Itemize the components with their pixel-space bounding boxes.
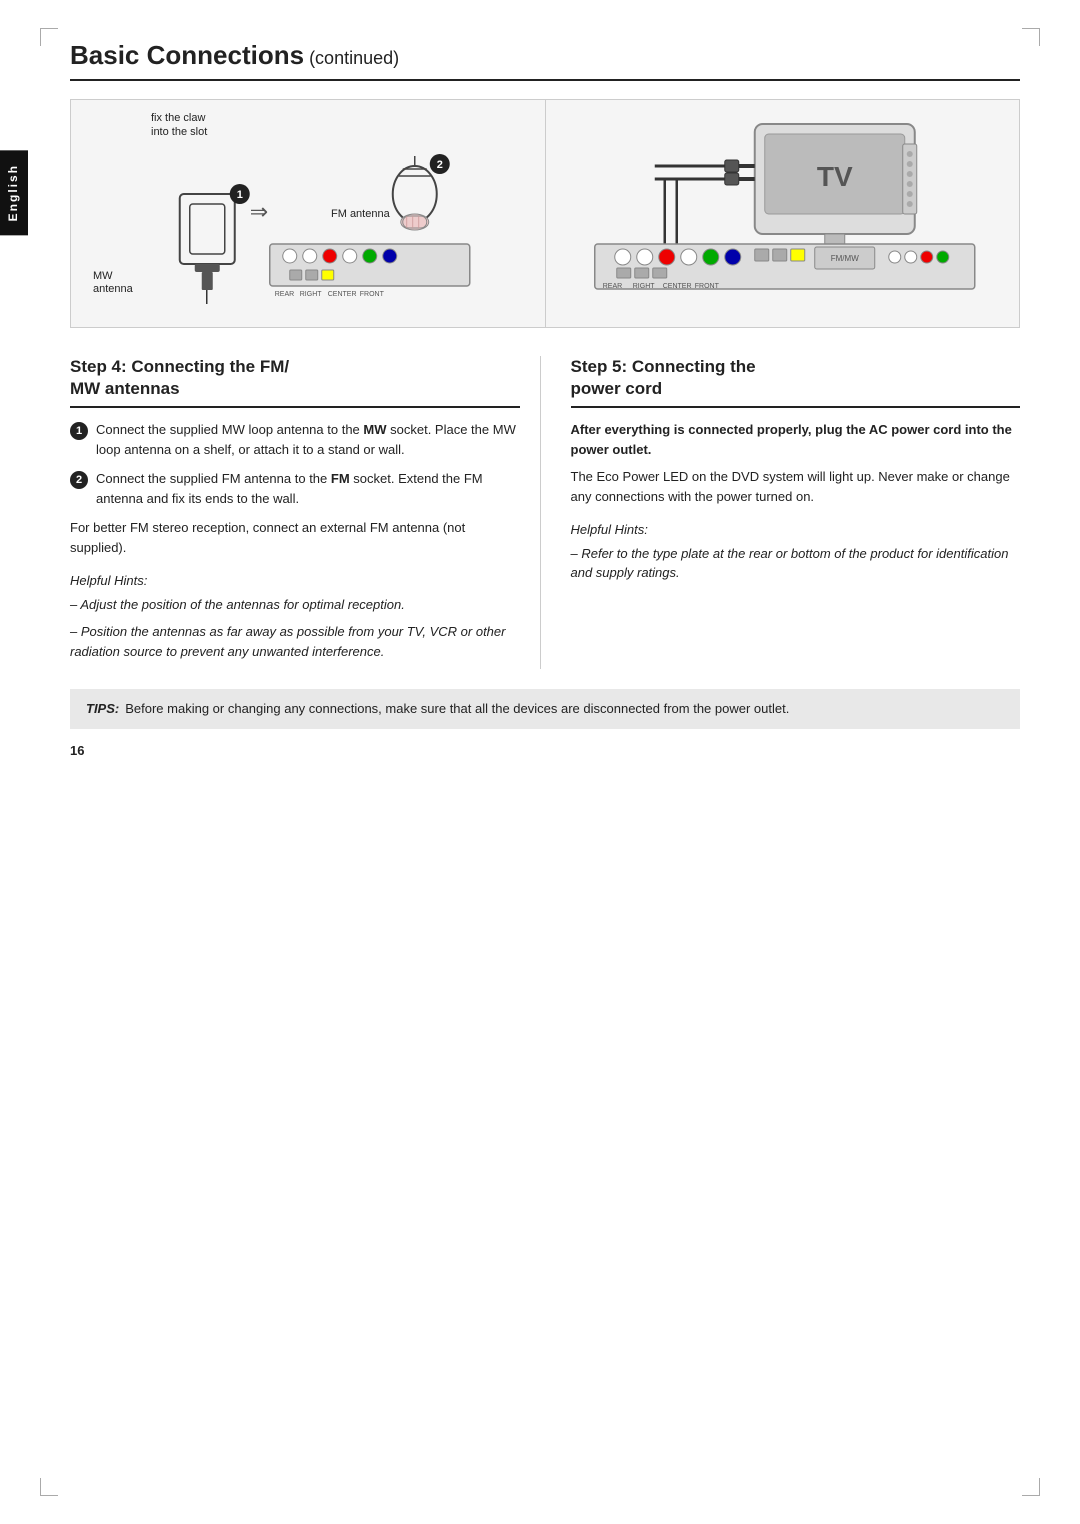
step4-num2: 2: [70, 471, 88, 489]
step4-item1: 1 Connect the supplied MW loop antenna t…: [70, 420, 520, 459]
svg-text:RIGHT: RIGHT: [632, 283, 655, 290]
step4-section: Step 4: Connecting the FM/ MW antennas 1…: [70, 356, 541, 669]
step4-extra: For better FM stereo reception, connect …: [70, 518, 520, 557]
step4-body: 1 Connect the supplied MW loop antenna t…: [70, 420, 520, 661]
step5-bold-para: After everything is connected properly, …: [571, 420, 1021, 459]
step4-title: Step 4: Connecting the FM/ MW antennas: [70, 356, 520, 408]
mw-antenna-label: MW: [93, 270, 113, 282]
svg-text:CENTER: CENTER: [328, 291, 357, 298]
svg-text:RIGHT: RIGHT: [300, 291, 323, 298]
step5-body: After everything is connected properly, …: [571, 420, 1021, 583]
step4-hint-line1: – Adjust the position of the antennas fo…: [70, 595, 520, 615]
step5-hint-line1: – Refer to the type plate at the rear or…: [571, 544, 1021, 583]
english-tab: English: [0, 150, 28, 235]
diagram-left: fix the claw into the slot FM antenna MW…: [71, 100, 546, 327]
diagram-area: fix the claw into the slot FM antenna MW…: [70, 99, 1020, 328]
mw-antenna-label2: antenna: [93, 283, 133, 295]
steps-area: Step 4: Connecting the FM/ MW antennas 1…: [70, 356, 1020, 669]
step4-hints-title: Helpful Hints:: [70, 571, 520, 591]
fix-claw-label: fix the claw: [151, 112, 205, 124]
step4-text2: Connect the supplied FM antenna to the F…: [96, 469, 520, 508]
step5-title: Step 5: Connecting the power cord: [571, 356, 1021, 408]
tips-label: TIPS:: [86, 699, 119, 719]
left-diagram-svg: 1 ⇒: [85, 114, 535, 314]
step4-num1: 1: [70, 422, 88, 440]
step4-title-line2: MW antennas: [70, 379, 180, 398]
step4-hints: Helpful Hints: – Adjust the position of …: [70, 571, 520, 661]
tips-bar: TIPS: Before making or changing any conn…: [70, 689, 1020, 729]
svg-text:TV: TV: [816, 161, 852, 192]
title-continued: (continued): [304, 48, 399, 68]
step5-section: Step 5: Connecting the power cord After …: [571, 356, 1021, 669]
svg-text:REAR: REAR: [602, 283, 621, 290]
svg-text:2: 2: [437, 159, 443, 171]
title-main: Basic Connections: [70, 40, 304, 70]
step4-text1: Connect the supplied MW loop antenna to …: [96, 420, 520, 459]
svg-text:FM/MW: FM/MW: [830, 254, 858, 263]
step5-hints-title: Helpful Hints:: [571, 520, 1021, 540]
diagram-right: TV: [546, 100, 1020, 327]
step4-title-line1: Step 4: Connecting the FM/: [70, 357, 289, 376]
svg-text:CENTER: CENTER: [662, 283, 691, 290]
step4-item2: 2 Connect the supplied FM antenna to the…: [70, 469, 520, 508]
step5-title-line2: power cord: [571, 379, 663, 398]
svg-text:REAR: REAR: [275, 291, 294, 298]
right-diagram-svg: TV: [560, 114, 1010, 314]
step5-body-para: The Eco Power LED on the DVD system will…: [571, 467, 1021, 506]
step5-hints: Helpful Hints: – Refer to the type plate…: [571, 520, 1021, 583]
into-slot-label: into the slot: [151, 126, 207, 138]
page-number: 16: [70, 743, 1020, 758]
step4-hint-line2: – Position the antennas as far away as p…: [70, 622, 520, 661]
page-title: Basic Connections (continued): [70, 40, 1020, 81]
svg-text:FRONT: FRONT: [360, 291, 385, 298]
tips-text: Before making or changing any connection…: [125, 699, 789, 719]
svg-text:1: 1: [237, 189, 243, 201]
svg-text:⇒: ⇒: [250, 199, 268, 224]
step5-title-line1: Step 5: Connecting the: [571, 357, 756, 376]
svg-text:FRONT: FRONT: [694, 283, 719, 290]
fm-antenna-label: FM antenna: [331, 208, 390, 220]
